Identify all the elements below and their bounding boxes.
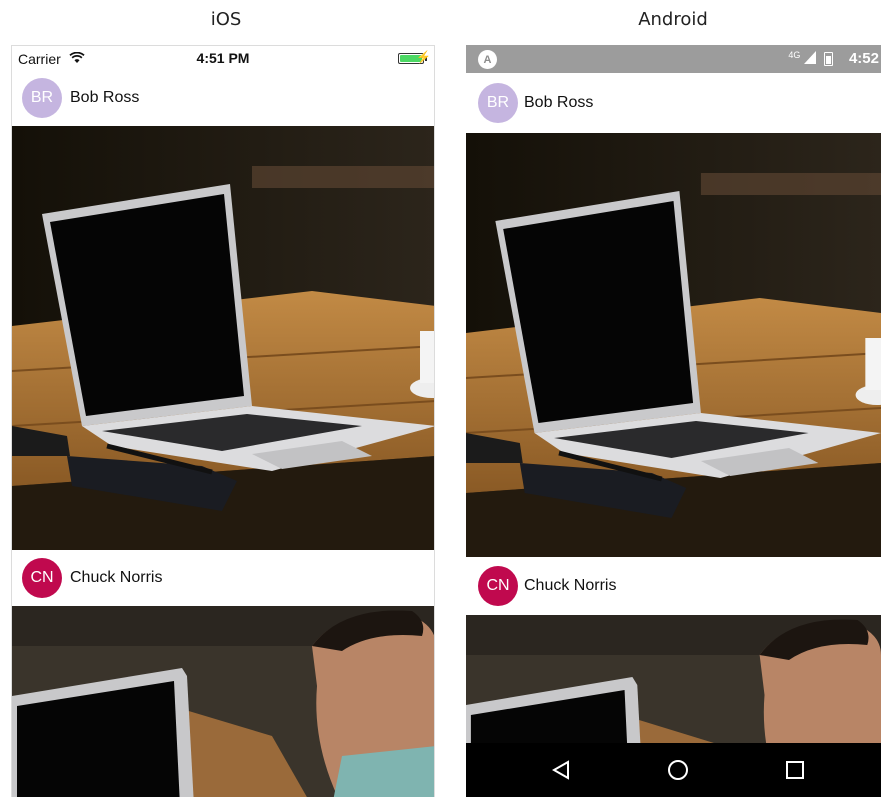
- network-label: 4G: [788, 50, 816, 65]
- home-icon[interactable]: [648, 743, 708, 797]
- post-photo[interactable]: [466, 615, 881, 743]
- post-photo[interactable]: [466, 133, 881, 557]
- post-header[interactable]: BR Bob Ross: [12, 73, 434, 126]
- post-photo[interactable]: [12, 126, 434, 550]
- android-screen: A 4G 4:52 BR Bob Ross CN Chuck Norris: [466, 45, 881, 797]
- signal-icon: [804, 51, 816, 64]
- android-clock: 4:52: [848, 50, 879, 67]
- network-type: 4G: [788, 50, 801, 60]
- ios-status-bar: Carrier 4:51 PM ⚡: [12, 46, 434, 73]
- ios-column-title: iOS: [210, 9, 242, 30]
- author-name[interactable]: Bob Ross: [524, 94, 593, 112]
- recents-icon[interactable]: [765, 743, 825, 797]
- ios-clock: 4:51 PM: [196, 50, 250, 66]
- author-name[interactable]: Bob Ross: [70, 89, 139, 107]
- avatar[interactable]: BR: [478, 83, 518, 123]
- back-icon[interactable]: [531, 743, 591, 797]
- battery-icon: [824, 52, 833, 66]
- android-navigation-bar: [466, 743, 881, 797]
- author-name[interactable]: Chuck Norris: [70, 569, 162, 587]
- post-header[interactable]: BR Bob Ross: [466, 73, 881, 133]
- post-photo[interactable]: [12, 606, 434, 797]
- android-column-title: Android: [638, 9, 708, 30]
- avatar[interactable]: BR: [22, 78, 62, 118]
- post-header[interactable]: CN Chuck Norris: [12, 550, 434, 606]
- ios-screen: Carrier 4:51 PM ⚡ BR Bob Ross CN Chuck N…: [11, 45, 435, 797]
- author-name[interactable]: Chuck Norris: [524, 577, 616, 595]
- notification-icon: A: [478, 50, 497, 69]
- post-header[interactable]: CN Chuck Norris: [466, 557, 881, 615]
- avatar[interactable]: CN: [478, 566, 518, 606]
- avatar[interactable]: CN: [22, 558, 62, 598]
- android-status-bar: A 4G 4:52: [466, 45, 881, 73]
- charging-icon: ⚡: [416, 50, 431, 64]
